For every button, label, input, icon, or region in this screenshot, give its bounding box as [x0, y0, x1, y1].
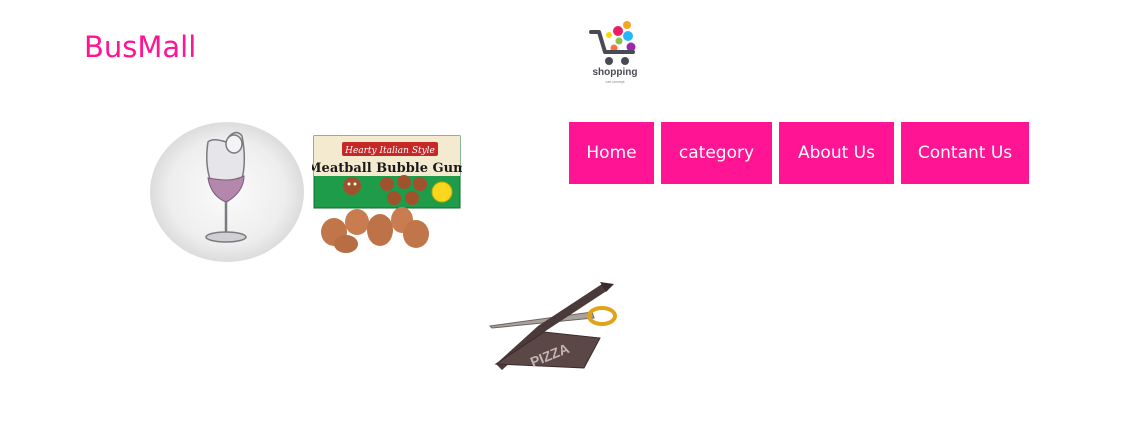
logo-subtext: cart concept: [605, 80, 625, 84]
nav-contact-us[interactable]: Contant Us: [901, 122, 1029, 184]
product-image-wine-glass[interactable]: [150, 122, 304, 263]
nav-about-us[interactable]: About Us: [779, 122, 894, 184]
product-image-meatball-gum[interactable]: Hearty Italian Style Meatball Bubble Gum: [307, 134, 467, 256]
nav-category[interactable]: category: [661, 122, 772, 184]
cart-icon: [589, 21, 636, 65]
wine-glass-image: [150, 122, 304, 262]
gum-label-top: Hearty Italian Style: [344, 146, 435, 156]
nav-home[interactable]: Home: [569, 122, 654, 184]
logo-text: shopping: [592, 67, 638, 78]
product-image-pizza-scissors[interactable]: PIZZA: [488, 278, 620, 380]
shopping-cart-logo[interactable]: shopping cart concept: [585, 18, 645, 88]
page: BusMall shopping cart concept Home categ…: [0, 0, 1121, 427]
gum-label-main: Meatball Bubble Gum: [312, 161, 462, 176]
site-title: BusMall: [84, 30, 197, 64]
main-nav: Home category About Us Contant Us: [569, 122, 1029, 184]
pizza-scissors-image: PIZZA: [488, 282, 617, 370]
meatball-gum-image: Hearty Italian Style Meatball Bubble Gum: [307, 135, 467, 253]
